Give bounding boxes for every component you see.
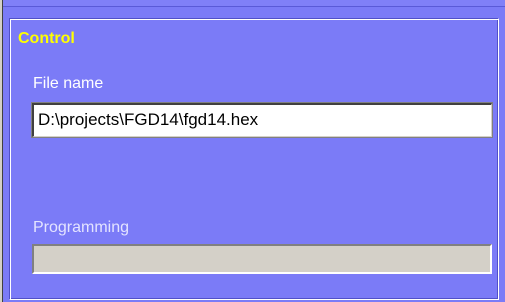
window-left-edge-shadow: [2, 0, 3, 302]
control-panel: Control File name D:\projects\FGD14\fgd1…: [0, 0, 505, 302]
window-top-edge: [0, 0, 505, 7]
file-name-input[interactable]: D:\projects\FGD14\fgd14.hex: [31, 102, 493, 138]
group-title: Control: [16, 30, 77, 48]
programming-progress-bar: [32, 244, 492, 274]
programming-label: Programming: [33, 219, 130, 236]
file-name-label: File name: [33, 75, 104, 92]
